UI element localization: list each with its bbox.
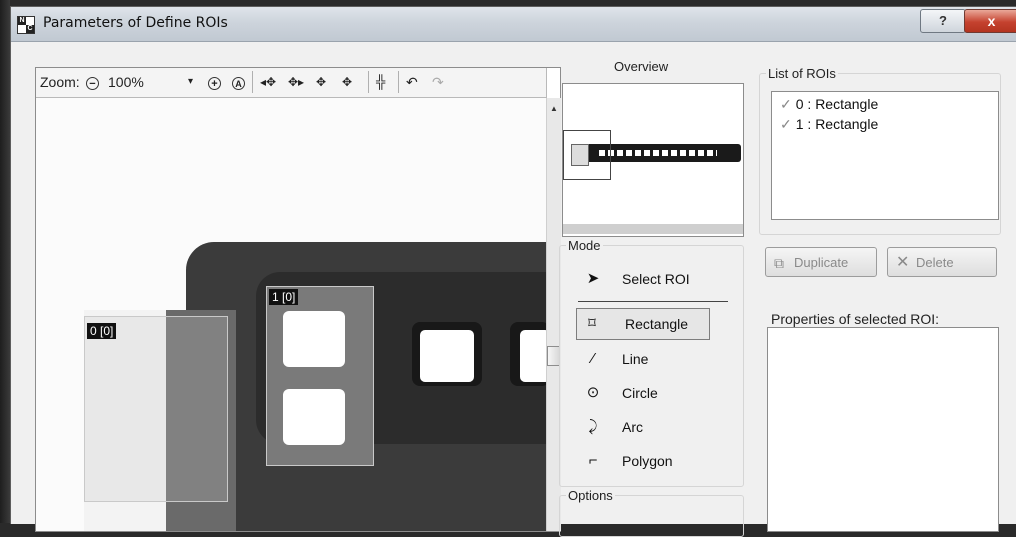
mode-line[interactable]: ⁄ Line [578,344,728,374]
window-title: Parameters of Define ROIs [43,15,228,31]
mode-label: Line [622,351,649,367]
zoom-out-icon[interactable]: − [86,72,99,92]
mode-arc[interactable]: ⤸ Arc [578,412,728,442]
mode-circle[interactable]: ⊙ Circle [578,378,728,408]
polygon-icon: ⌐ [588,452,598,469]
overview-thumbnail[interactable] [562,83,744,237]
options-group: Options [559,488,744,537]
mode-label: Polygon [622,453,673,469]
scroll-up-icon[interactable]: ▲ [550,104,558,113]
roi-list-label: List of ROIs [766,66,838,81]
properties-label: Properties of selected ROI: [771,311,940,327]
mode-rectangle[interactable]: ⌑ Rectangle [576,308,710,340]
mode-separator [578,301,728,302]
mode-group-label: Mode [566,238,603,253]
roi-rectangle-1[interactable]: 1 [0] [266,286,374,466]
delete-icon: ✕ [896,254,910,271]
zoom-value: 100% [108,74,144,90]
list-item[interactable]: ✓ 0 : Rectangle [780,96,878,113]
undo-icon[interactable]: ↶ [406,72,418,92]
arrow-cursor-icon: ➤ [586,270,600,287]
check-icon: ✓ [780,116,792,132]
roi-rectangle-0[interactable]: 0 [0] [84,316,228,502]
zoom-auto-icon[interactable]: A [232,72,245,92]
roi-label-1: 1 [0] [269,289,299,305]
move-right-icon[interactable]: ✥▸ [288,72,304,92]
image-toolbar: Zoom: − 100% ▾ + A ◂✥ ✥▸ ✥ ✥ ╬ ↶ ↷ [36,68,547,98]
mode-label: Circle [622,385,658,401]
list-item[interactable]: ✓ 1 : Rectangle [780,116,878,133]
title-bar: NC Parameters of Define ROIs ? x [11,7,1016,42]
desktop-edge [0,0,10,523]
move-left-icon[interactable]: ◂✥ [260,72,276,92]
arc-icon: ⤸ [588,418,598,435]
zoom-in-icon[interactable]: + [208,72,221,92]
dialog-window: NC Parameters of Define ROIs ? x Zoom: −… [10,6,1016,537]
chevron-down-icon: ▾ [188,76,194,87]
image-canvas[interactable]: 1 [0] 0 [0] [36,98,546,531]
circle-icon: ⊙ [586,384,600,401]
mode-label: Arc [622,419,643,435]
close-button[interactable]: x [964,9,1016,33]
mode-label: Select ROI [622,271,690,287]
overview-strip [563,224,743,234]
mode-select-roi[interactable]: ➤ Select ROI [578,264,728,294]
line-icon: ⁄ [591,350,595,367]
rectangle-icon: ⌑ [588,315,596,332]
duplicate-icon: ⧉ [774,255,784,271]
check-icon: ✓ [780,96,792,112]
mode-group: Mode ➤ Select ROI ⌑ Rectangle ⁄ Line ⊙ C… [559,238,744,487]
overview-label: Overview [614,59,669,74]
align-icon[interactable]: ╬ [376,72,385,92]
zoom-label: Zoom: [40,74,80,90]
roi-label-0: 0 [0] [87,323,117,339]
move-up-icon[interactable]: ✥ [316,72,326,92]
overview-viewport[interactable] [563,130,611,180]
help-button[interactable]: ? [920,9,966,33]
zoom-select[interactable]: 100% ▾ [108,72,198,92]
mode-label: Rectangle [625,316,689,332]
options-group-label: Options [566,488,615,503]
redo-icon[interactable]: ↷ [432,72,444,92]
app-icon: NC [17,16,35,34]
roi-listbox[interactable]: ✓ 0 : Rectangle ✓ 1 : Rectangle [771,91,999,220]
image-view-panel: Zoom: − 100% ▾ + A ◂✥ ✥▸ ✥ ✥ ╬ ↶ ↷ 1 [0]… [35,67,561,532]
move-down-icon[interactable]: ✥ [342,72,352,92]
delete-button[interactable]: ✕ Delete [887,247,997,277]
duplicate-button[interactable]: ⧉ Duplicate [765,247,877,277]
properties-panel[interactable] [767,327,999,532]
mode-polygon[interactable]: ⌐ Polygon [578,446,728,476]
